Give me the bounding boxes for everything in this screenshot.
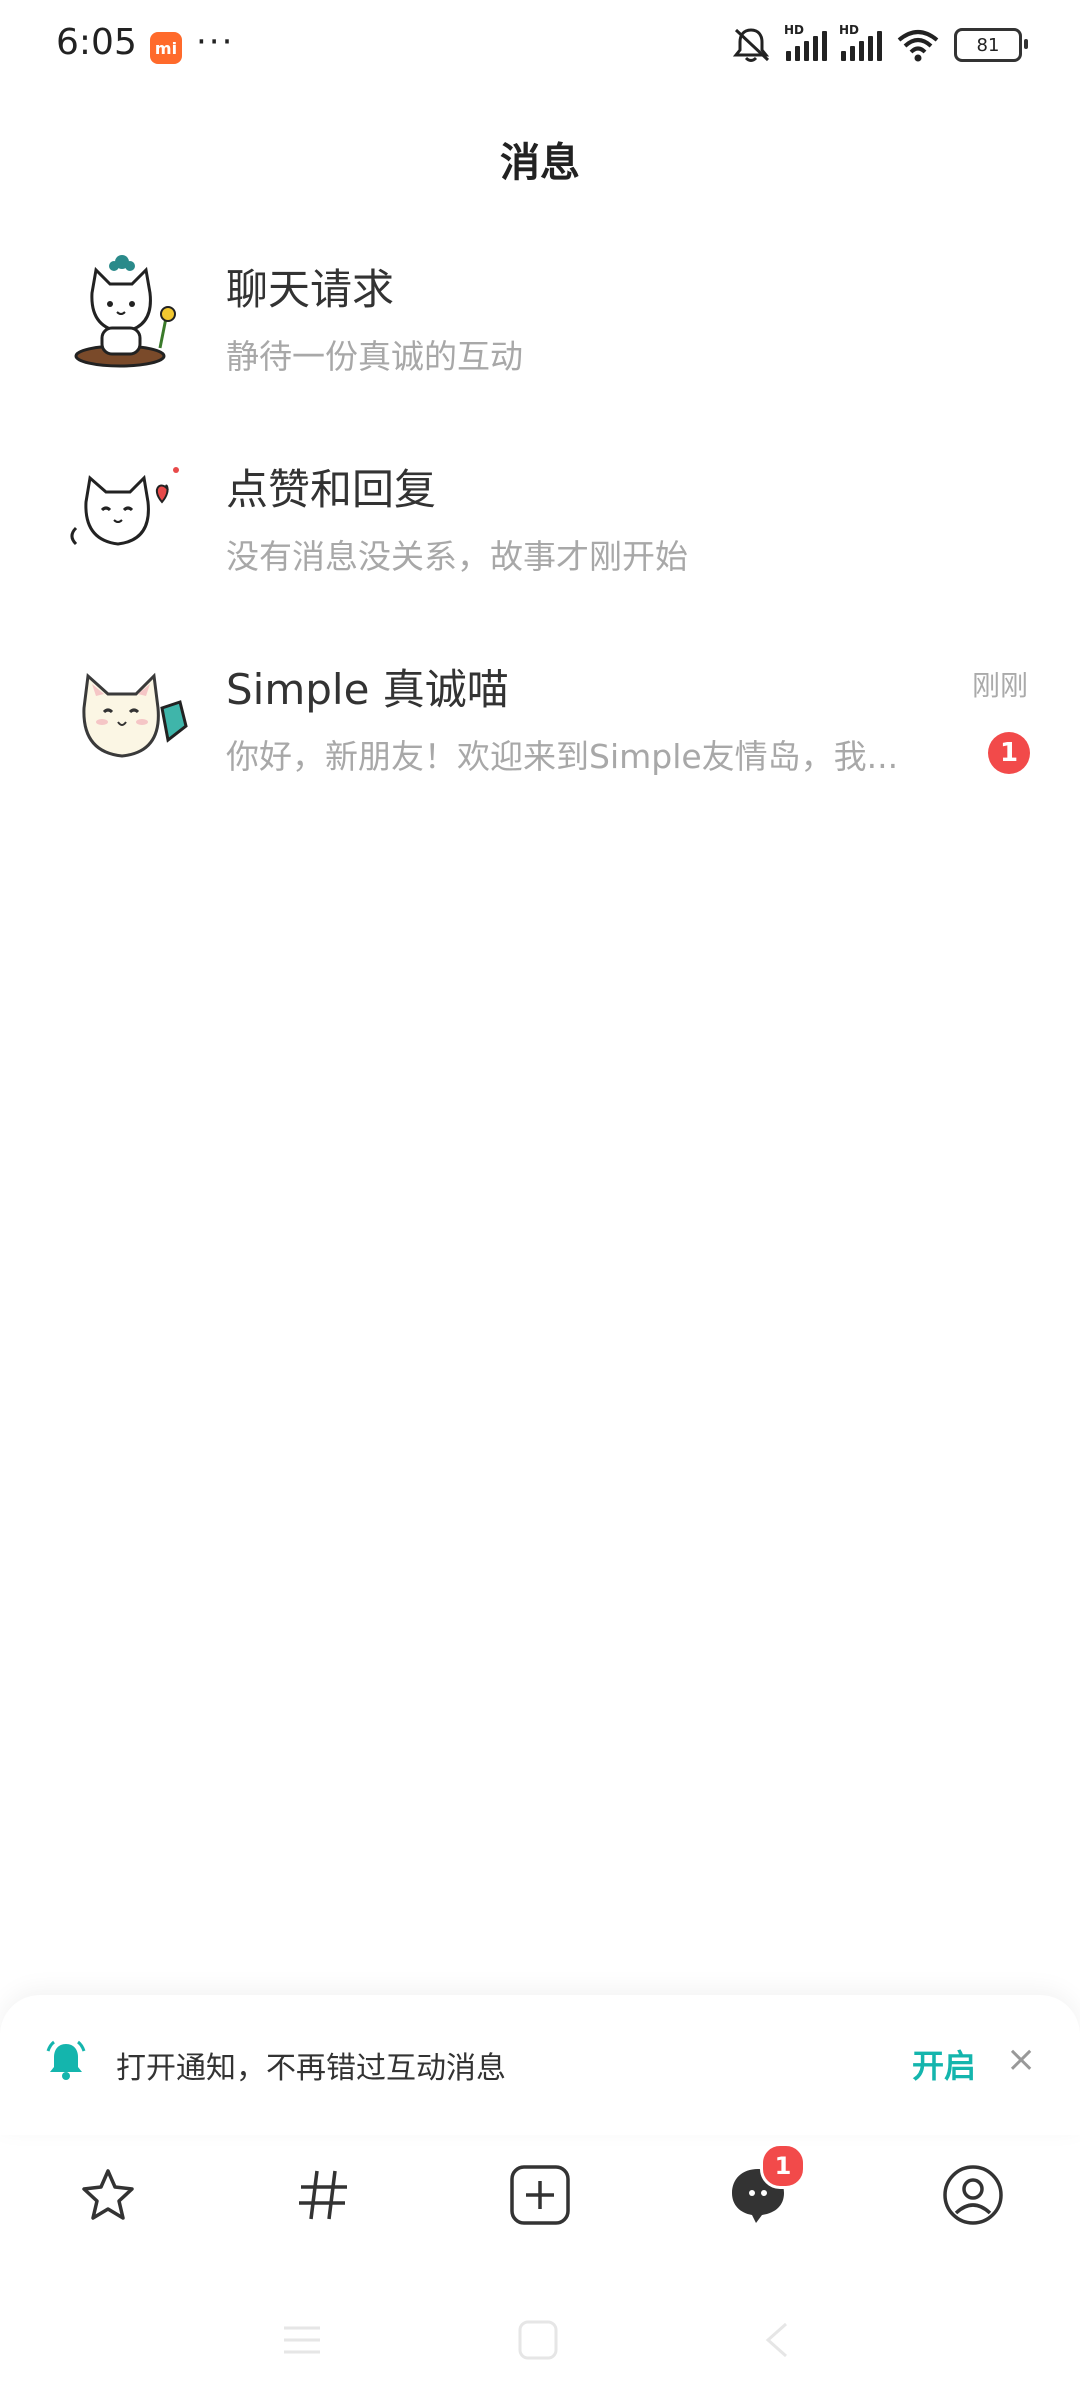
bottom-nav: 1: [0, 2135, 1080, 2270]
nav-profile[interactable]: [933, 2155, 1013, 2235]
chat-requests-title: 聊天请求: [226, 265, 395, 314]
signal-icon-2: HD: [839, 23, 882, 61]
nav-star[interactable]: [68, 2155, 148, 2235]
system-nav-bar: [0, 2290, 1080, 2380]
close-icon[interactable]: ×: [1006, 2039, 1036, 2080]
screen: 6:05 mi ··· HD HD 81 消息 聊天请求 静待一份真诚的互动 点…: [0, 0, 1080, 2400]
likes-replies-title: 点赞和回复: [226, 465, 437, 514]
simple-cat-preview: 你好，新朋友！欢迎来到Simple友情岛，我...: [226, 737, 899, 776]
notification-text: 打开通知，不再错过互动消息: [116, 2051, 506, 2086]
menu-icon[interactable]: [280, 2320, 324, 2360]
wifi-icon: [897, 30, 939, 62]
list-item-chat-requests[interactable]: 聊天请求 静待一份真诚的互动: [0, 220, 1080, 400]
add-square-icon: [510, 2165, 570, 2225]
cream-cat-icon: [82, 672, 188, 758]
profile-icon: [943, 2165, 1003, 2225]
notification-banner: 打开通知，不再错过互动消息 开启 ×: [0, 1995, 1080, 2135]
nav-messages-badge: 1: [760, 2143, 806, 2189]
status-icons: HD HD 81: [730, 23, 1028, 64]
list-item-likes-replies[interactable]: 点赞和回复 没有消息没关系，故事才刚开始: [0, 420, 1080, 600]
unread-badge: 1: [988, 732, 1030, 774]
status-time: 6:05: [56, 22, 137, 63]
status-bar: 6:05 mi ··· HD HD 81: [0, 0, 1080, 95]
nav-hashtag[interactable]: [283, 2155, 363, 2235]
more-notifications-icon: ···: [196, 22, 235, 62]
bell-icon: [46, 2040, 86, 2080]
hash-icon: [299, 2170, 347, 2220]
nav-create[interactable]: [500, 2155, 580, 2235]
cat-with-heart-icon: [70, 467, 179, 546]
nav-messages[interactable]: 1: [718, 2143, 806, 2235]
cat-with-flower-icon: [74, 255, 176, 368]
page-title: 消息: [500, 140, 580, 186]
battery-icon: 81: [954, 28, 1028, 62]
simple-cat-time: 刚刚: [971, 669, 1028, 702]
home-icon[interactable]: [516, 2320, 560, 2360]
back-icon[interactable]: [756, 2320, 800, 2360]
simple-cat-title: Simple 真诚喵: [226, 665, 509, 714]
signal-icon-1: HD: [784, 23, 827, 61]
mute-icon: [732, 28, 770, 62]
mi-app-icon: mi: [150, 32, 182, 64]
likes-replies-subtitle: 没有消息没关系，故事才刚开始: [226, 537, 688, 576]
list-item-simple-cat[interactable]: Simple 真诚喵 刚刚 你好，新朋友！欢迎来到Simple友情岛，我... …: [0, 620, 1080, 800]
enable-notifications-button[interactable]: 开启: [912, 2041, 976, 2087]
chat-requests-subtitle: 静待一份真诚的互动: [226, 337, 523, 376]
star-icon: [82, 2169, 134, 2220]
